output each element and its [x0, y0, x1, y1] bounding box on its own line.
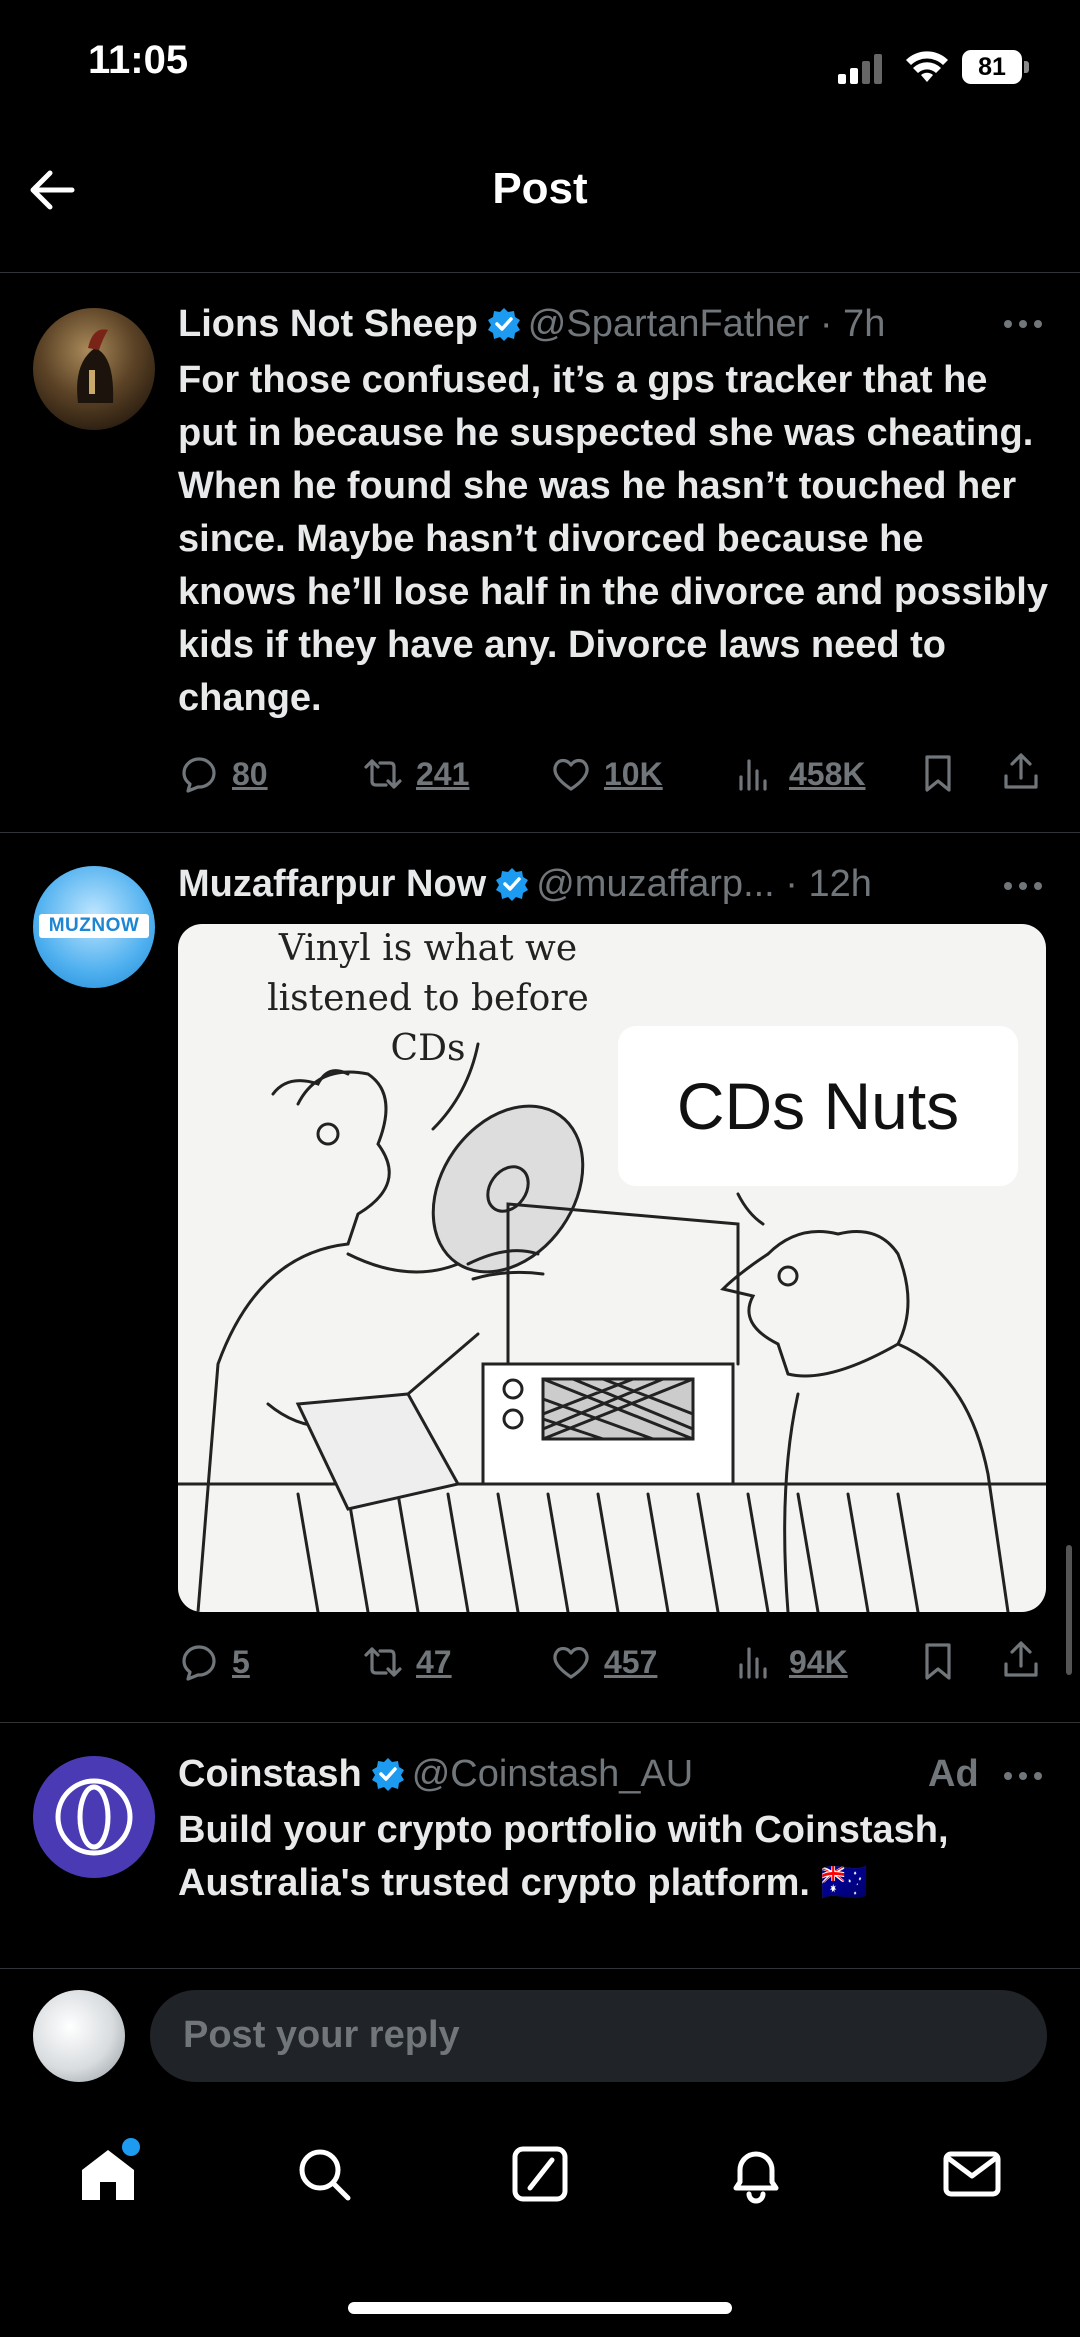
cartoon-drawing [178, 1042, 1046, 1612]
share-button[interactable] [1000, 750, 1042, 797]
reply-placeholder: Post your reply [183, 2014, 460, 2056]
post-image[interactable]: Vinyl is what we listened to before CDs … [178, 924, 1046, 1612]
reply-count: 5 [232, 1643, 250, 1680]
mail-icon [943, 2151, 1001, 2197]
page-title: Post [492, 164, 588, 213]
status-time: 11:05 [88, 38, 189, 82]
tab-compose[interactable] [510, 2144, 570, 2209]
tab-search[interactable] [294, 2144, 354, 2209]
battery-cap [1024, 61, 1029, 73]
bookmark-icon [925, 755, 951, 792]
tab-messages[interactable] [942, 2144, 1002, 2209]
scrollbar-thumb[interactable] [1066, 1545, 1072, 1675]
verified-badge-icon [371, 1758, 404, 1791]
post-text: For those confused, it’s a gps tracker t… [178, 359, 1048, 719]
battery-indicator: 81 [962, 50, 1022, 84]
share-button[interactable] [1000, 1638, 1042, 1685]
heart-icon [553, 1646, 589, 1679]
coinstash-logo-icon [55, 1778, 133, 1856]
author-handle-time[interactable]: @SpartanFather · 7h [528, 303, 886, 345]
avatar[interactable] [33, 1756, 155, 1878]
post-divider [0, 1722, 1080, 1723]
bookmark-button[interactable] [917, 1640, 959, 1687]
views-action[interactable]: 458K [735, 752, 866, 796]
ad-label: Ad [928, 1753, 979, 1795]
repost-count: 241 [416, 755, 470, 792]
reply-action[interactable]: 80 [178, 752, 268, 796]
repost-icon [364, 1647, 402, 1677]
views-action[interactable]: 94K [735, 1640, 848, 1684]
author-handle[interactable]: @Coinstash_AU [412, 1753, 693, 1795]
post-divider [0, 832, 1080, 833]
views-icon [739, 759, 767, 791]
spartan-helmet-icon [77, 329, 114, 403]
avatar[interactable]: MUZNOW [33, 866, 155, 988]
bookmark-icon [925, 1643, 951, 1680]
author-handle-time[interactable]: @muzaffarp... · 12h [536, 863, 872, 905]
cellular-signal-icon [838, 52, 888, 84]
post-text: Build your crypto portfolio with Coinsta… [178, 1809, 949, 1904]
share-icon [1004, 753, 1038, 789]
heart-icon [553, 758, 589, 791]
verified-badge-icon [496, 868, 529, 901]
views-icon [739, 1647, 767, 1679]
view-count: 94K [789, 1643, 848, 1680]
search-icon [299, 2149, 351, 2201]
tab-notifications[interactable] [726, 2144, 786, 2209]
comment-icon [182, 757, 216, 793]
reply-action[interactable]: 5 [178, 1640, 250, 1684]
comment-icon [182, 1645, 216, 1681]
post-header: Lions Not Sheep @SpartanFather · 7h [178, 300, 885, 348]
like-count: 10K [604, 755, 663, 792]
like-action[interactable]: 10K [550, 752, 663, 796]
post-header: Coinstash @Coinstash_AU [178, 1750, 693, 1798]
more-options-icon[interactable] [1002, 1766, 1044, 1786]
like-action[interactable]: 457 [550, 1640, 657, 1684]
repost-count: 47 [416, 1643, 452, 1680]
more-options-icon[interactable] [1002, 876, 1044, 896]
more-options-icon[interactable] [1002, 314, 1044, 334]
author-name[interactable]: Lions Not Sheep [178, 303, 478, 345]
bell-icon [733, 2151, 779, 2204]
post-header: Muzaffarpur Now @muzaffarp... · 12h [178, 860, 872, 908]
header-divider [0, 272, 1080, 273]
reply-count: 80 [232, 755, 268, 792]
repost-action[interactable]: 241 [362, 752, 469, 796]
view-count: 458K [789, 755, 866, 792]
repost-icon [364, 759, 402, 789]
like-count: 457 [604, 1643, 658, 1680]
wifi-icon [906, 51, 948, 82]
bookmark-button[interactable] [917, 752, 959, 799]
avatar-logo-text: MUZNOW [39, 914, 149, 938]
avatar[interactable] [33, 308, 155, 430]
author-name[interactable]: Coinstash [178, 1753, 362, 1795]
verified-badge-icon [487, 308, 520, 341]
share-icon [1004, 1641, 1038, 1677]
user-avatar[interactable] [33, 1990, 125, 2082]
home-indicator[interactable] [348, 2302, 732, 2314]
reply-divider [0, 1968, 1080, 1969]
compose-icon [512, 2146, 568, 2202]
tab-home[interactable] [78, 2138, 140, 2209]
author-name[interactable]: Muzaffarpur Now [178, 863, 486, 905]
repost-action[interactable]: 47 [362, 1640, 452, 1684]
notification-dot [122, 2138, 140, 2156]
